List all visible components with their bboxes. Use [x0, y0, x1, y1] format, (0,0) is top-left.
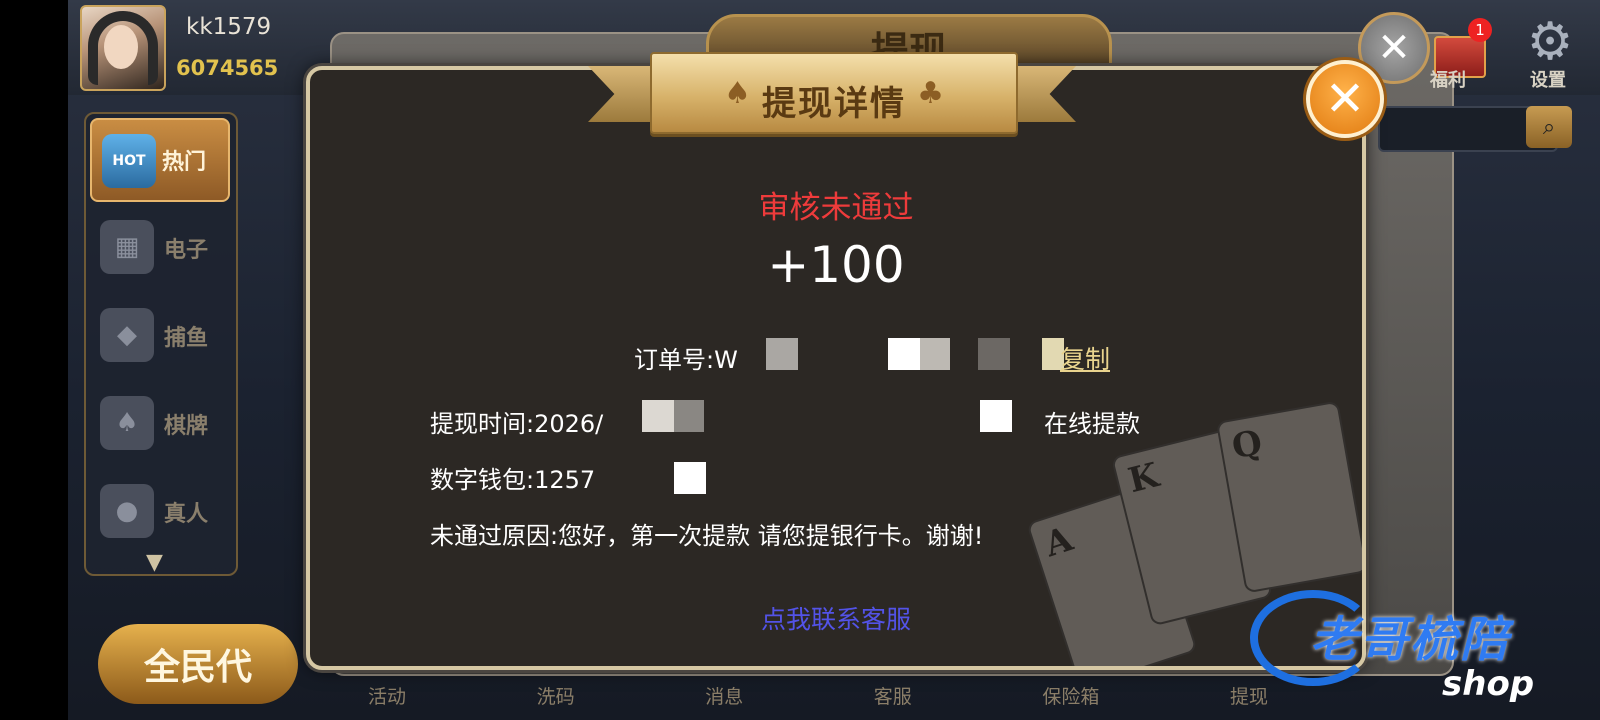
copy-order-link[interactable]: 复制	[1060, 340, 1110, 376]
nav-safe[interactable]: 保险箱	[1042, 682, 1099, 720]
withdraw-detail-dialog: A K Q 审核未通过 +100 订单号:W 复制 提现时间:2026/ 在线提…	[306, 66, 1366, 670]
gift-label: 福利	[1430, 70, 1466, 91]
nav-messages[interactable]: 消息	[705, 682, 743, 720]
category-sidebar: HOT 热门 ▦ 电子 ◆ 捕鱼 ♠ 棋牌 ● 真人 ▼	[84, 112, 238, 576]
sidebar-item-hot[interactable]: HOT 热门	[90, 118, 230, 202]
hot-fire-icon: HOT	[102, 134, 156, 188]
withdraw-amount: +100	[767, 236, 905, 294]
avatar-face	[104, 25, 138, 69]
redaction-block	[642, 400, 674, 432]
dealer-icon: ●	[100, 484, 154, 538]
watermark-logo: 老哥梳陪 shop	[1250, 580, 1570, 710]
notification-badge: 1	[1468, 18, 1492, 42]
order-number-label: 订单号:W	[634, 346, 738, 374]
player-username: kk1579	[186, 14, 272, 40]
search-icon[interactable]: ⌕	[1526, 106, 1572, 148]
sidebar-item-label: 捕鱼	[163, 326, 208, 351]
watermark-text: 老哥梳陪	[1310, 612, 1511, 668]
promo-agent-button[interactable]: 全民代	[98, 624, 298, 704]
player-avatar[interactable]	[80, 5, 166, 91]
sidebar-item-label: 电子	[163, 238, 208, 263]
gear-icon[interactable]: ⚙	[1522, 14, 1578, 70]
sidebar-item-slots[interactable]: ▦ 电子	[90, 206, 230, 290]
dialog-title-ribbon: ♠ ♣ 提现详情	[588, 48, 1076, 136]
sidebar-item-label: 真人	[163, 502, 208, 527]
sidebar-item-label: 棋牌	[163, 414, 208, 439]
fish-icon: ◆	[100, 308, 154, 362]
sidebar-item-cards[interactable]: ♠ 棋牌	[90, 382, 230, 466]
withdraw-time-row: 提现时间:2026/	[430, 404, 603, 439]
withdraw-method-value: 在线提款	[1044, 410, 1140, 438]
redaction-block	[978, 338, 1010, 370]
sidebar-item-label: 热门	[161, 150, 206, 175]
redaction-block	[920, 338, 950, 370]
nav-rebate[interactable]: 洗码	[537, 682, 575, 720]
settings-label: 设置	[1530, 70, 1566, 91]
wallet-row: 数字钱包:1257	[430, 460, 595, 495]
redaction-block	[888, 338, 920, 370]
contact-service-link[interactable]: 点我联系客服	[310, 600, 1362, 636]
redaction-block	[674, 462, 706, 494]
review-status: 审核未通过	[758, 190, 914, 226]
nav-activity[interactable]: 活动	[368, 682, 406, 720]
playing-card-icon: ♠	[100, 396, 154, 450]
order-number-row: 订单号:W	[634, 340, 738, 375]
redaction-block	[674, 400, 704, 432]
ribbon-plate: ♠ ♣ 提现详情	[650, 52, 1018, 134]
withdraw-time-label: 提现时间:2026/	[430, 410, 604, 438]
slot-machine-icon: ▦	[100, 220, 154, 274]
redaction-block	[766, 338, 798, 370]
dialog-title: 提现详情	[762, 84, 906, 124]
reject-reason: 未通过原因:您好，第一次提款 请您提银行卡。谢谢!	[430, 522, 984, 550]
sidebar-item-live[interactable]: ● 真人	[90, 470, 230, 554]
close-icon[interactable]: ✕	[1306, 60, 1384, 138]
redaction-block	[980, 400, 1012, 432]
chevron-down-icon[interactable]: ▼	[146, 550, 163, 575]
player-gold: 6074565	[176, 56, 279, 80]
nav-service[interactable]: 客服	[874, 682, 912, 720]
sidebar-item-fishing[interactable]: ◆ 捕鱼	[90, 294, 230, 378]
wallet-label: 数字钱包:1257	[430, 466, 596, 494]
bottom-nav: 活动 洗码 消息 客服 保险箱 提现	[368, 682, 1268, 720]
watermark-shop: shop	[1442, 664, 1535, 704]
